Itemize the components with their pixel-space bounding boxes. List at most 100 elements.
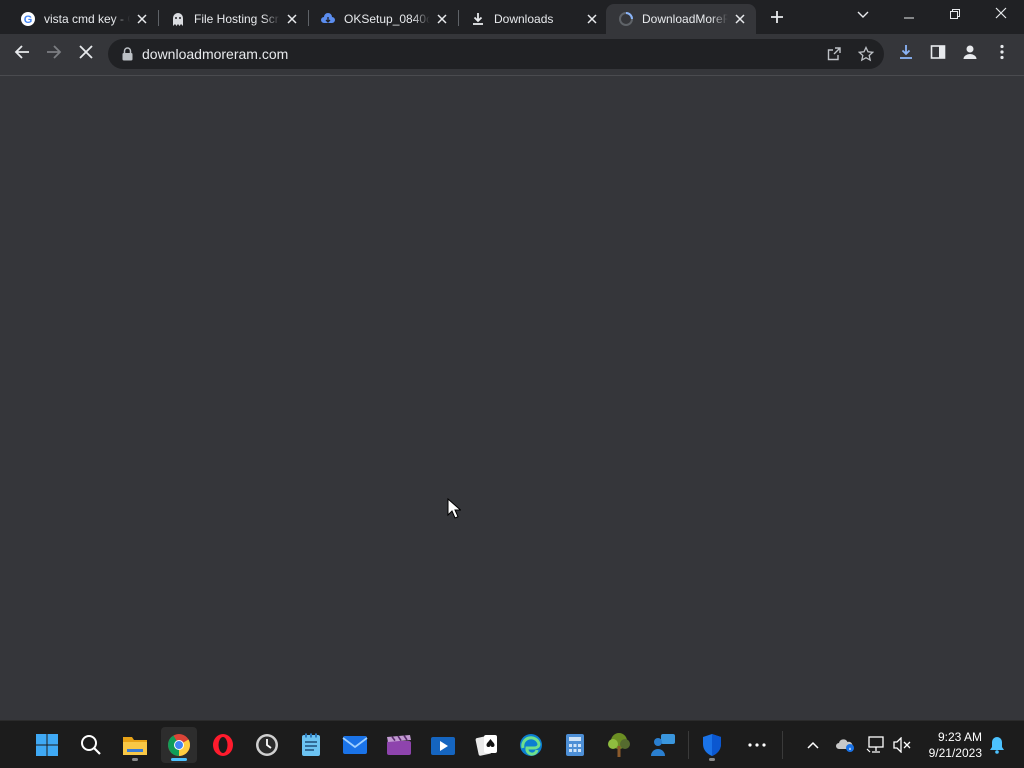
stop-x-icon [79, 44, 93, 64]
taskbar-divider [688, 731, 689, 759]
taskbar-notepad[interactable] [293, 727, 329, 763]
taskbar-opera[interactable] [205, 727, 241, 763]
tab-downloadmoreram[interactable]: DownloadMoreRAM.com [606, 4, 756, 34]
tree-icon [608, 733, 630, 757]
network-tray[interactable] [864, 733, 888, 757]
side-panel-button[interactable] [923, 39, 953, 69]
url-text[interactable]: downloadmoreram.com [142, 46, 288, 62]
page-content[interactable] [0, 77, 1024, 720]
bookmark-button[interactable] [854, 42, 878, 66]
taskbar-media[interactable] [381, 727, 417, 763]
taskbar-file-explorer[interactable] [117, 727, 153, 763]
download-icon [898, 44, 914, 65]
network-icon [866, 736, 884, 753]
tab-title: OKSetup_0840c [344, 12, 430, 26]
taskbar-calculator[interactable] [557, 727, 593, 763]
notifications-button[interactable] [985, 733, 1009, 757]
clock-time: 9:23 AM [937, 730, 982, 744]
arrow-right-icon [46, 44, 62, 65]
svg-text:G: G [24, 14, 33, 26]
mouse-cursor-icon [447, 498, 461, 519]
lock-icon[interactable] [120, 46, 134, 62]
cards-icon [475, 735, 497, 756]
stop-loading-button[interactable] [71, 39, 101, 69]
taskbar-mail[interactable] [337, 727, 373, 763]
kebab-menu-icon [1000, 44, 1004, 65]
tab-file-hosting[interactable]: File Hosting Script [158, 4, 308, 34]
onedrive-tray[interactable] [833, 733, 857, 757]
people-icon [651, 734, 675, 756]
show-hidden-icons-button[interactable] [801, 733, 825, 757]
close-icon [995, 6, 1007, 24]
taskbar-tree-app[interactable] [601, 727, 637, 763]
taskbar-clock[interactable]: 9:23 AM 9/21/2023 [912, 729, 982, 761]
menu-button[interactable] [987, 39, 1017, 69]
bell-icon [990, 737, 1004, 754]
downloads-button[interactable] [891, 39, 921, 69]
tab-title: DownloadMoreRAM.com [642, 12, 728, 26]
arrow-left-icon [14, 44, 30, 65]
star-icon [858, 46, 874, 62]
loading-icon [618, 11, 634, 27]
google-icon: G [20, 11, 36, 27]
tab-search-button[interactable] [840, 0, 886, 30]
profile-button[interactable] [955, 39, 985, 69]
mail-icon [342, 736, 368, 754]
close-icon[interactable] [134, 11, 150, 27]
back-button[interactable] [7, 39, 37, 69]
cloud-info-icon [836, 739, 854, 752]
tab-title: vista cmd key - Google Search [44, 12, 130, 26]
clock-app-icon [256, 734, 278, 756]
taskbar-feedback[interactable] [645, 727, 681, 763]
clapper-icon [387, 735, 411, 755]
share-button[interactable] [822, 42, 846, 66]
running-indicator [132, 758, 138, 761]
start-button[interactable] [29, 727, 65, 763]
tab-google-search[interactable]: G vista cmd key - Google Search [8, 4, 158, 34]
close-icon[interactable] [284, 11, 300, 27]
calculator-icon [566, 734, 584, 756]
volume-muted-icon [893, 737, 911, 753]
minimize-button[interactable] [886, 0, 932, 30]
chrome-icon [168, 734, 190, 756]
close-icon[interactable] [434, 11, 450, 27]
search-icon [81, 735, 101, 755]
volume-tray[interactable] [890, 733, 914, 757]
shield-icon [703, 734, 721, 756]
ghost-icon [170, 11, 186, 27]
restore-button[interactable] [932, 0, 978, 30]
taskbar-movies[interactable] [425, 727, 461, 763]
cloud-download-icon [320, 11, 336, 27]
forward-button[interactable] [39, 39, 69, 69]
new-tab-button[interactable] [765, 7, 789, 31]
window-close-button[interactable] [978, 0, 1024, 30]
folder-icon [123, 737, 147, 755]
taskbar-chrome[interactable] [161, 727, 197, 763]
close-icon[interactable] [584, 11, 600, 27]
download-icon [470, 11, 486, 27]
more-icon [748, 743, 766, 747]
clock-date: 9/21/2023 [928, 746, 982, 760]
profile-icon [961, 43, 979, 66]
chevron-down-icon [857, 6, 869, 24]
tab-oksetup[interactable]: OKSetup_0840c [308, 4, 458, 34]
video-play-icon [431, 737, 455, 755]
windows-start-icon [36, 734, 58, 756]
tab-title: Downloads [494, 12, 554, 26]
taskbar-clock-app[interactable] [249, 727, 285, 763]
close-icon[interactable] [732, 11, 748, 27]
address-bar[interactable]: downloadmoreram.com [108, 39, 884, 69]
browser-toolbar: downloadmoreram.com [0, 34, 1024, 76]
taskbar-edge[interactable] [513, 727, 549, 763]
taskbar-divider [782, 731, 783, 759]
restore-icon [950, 6, 960, 24]
opera-icon [213, 734, 233, 756]
minimize-icon [904, 6, 914, 24]
taskbar-defender[interactable] [694, 727, 730, 763]
taskbar-more[interactable] [739, 727, 775, 763]
taskbar-solitaire[interactable] [469, 727, 505, 763]
share-icon [827, 47, 841, 61]
taskbar-search[interactable] [73, 727, 109, 763]
tab-downloads[interactable]: Downloads [458, 4, 608, 34]
plus-icon [770, 10, 784, 29]
